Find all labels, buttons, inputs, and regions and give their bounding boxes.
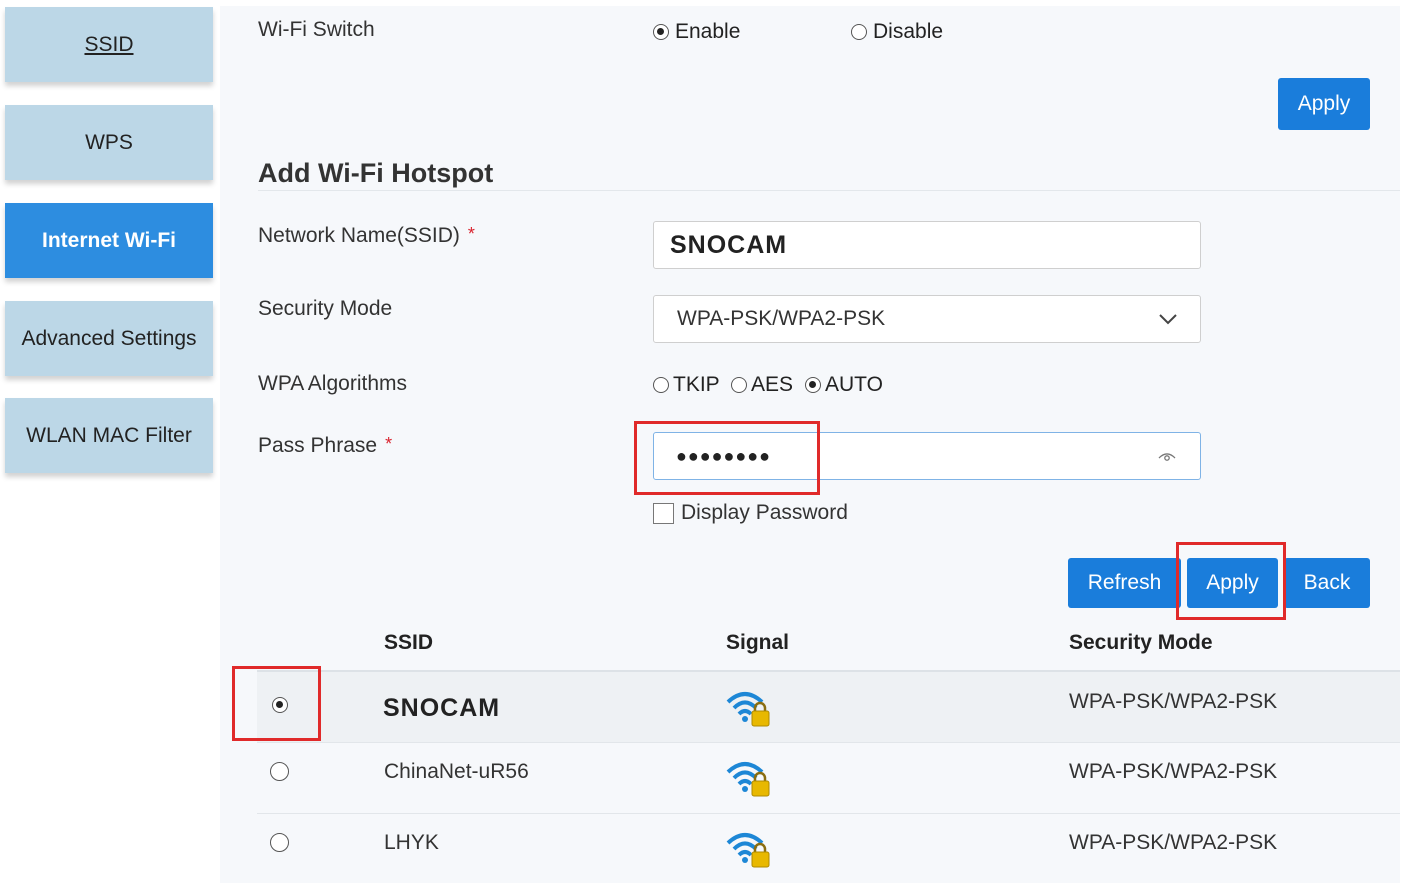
section-title: Add Wi-Fi Hotspot — [258, 158, 494, 188]
wifi-signal-lock-icon — [726, 692, 770, 727]
radio-icon — [731, 377, 747, 393]
radio-icon — [851, 24, 867, 40]
sidebar-item-wps[interactable]: WPS — [5, 105, 213, 180]
wpa-aes-radio[interactable]: AES — [731, 373, 793, 397]
wpa-auto-label: AUTO — [825, 373, 883, 396]
wpa-auto-radio[interactable]: AUTO — [805, 373, 883, 397]
chevron-down-icon — [1159, 314, 1177, 325]
radio-icon — [653, 377, 669, 393]
ssid-input-value: SNOCAM — [670, 230, 788, 259]
display-password-checkbox[interactable]: Display Password — [653, 501, 848, 525]
wifi-signal-lock-icon — [726, 762, 770, 797]
table-row[interactable]: LHYK WPA-PSK/WPA2-PSK — [257, 813, 1400, 884]
column-header-ssid: SSID — [384, 631, 434, 654]
wifi-enable-label: Enable — [675, 20, 741, 43]
wpa-tkip-label: TKIP — [673, 373, 720, 396]
sidebar-item-wlan-mac-filter[interactable]: WLAN MAC Filter — [5, 398, 213, 473]
radio-icon — [805, 377, 821, 393]
row-ssid: LHYK — [384, 831, 439, 854]
pass-phrase-label-text: Pass Phrase — [258, 434, 378, 457]
sidebar-item-label: WPS — [85, 130, 133, 154]
required-mark: * — [385, 434, 393, 454]
wifi-disable-label: Disable — [873, 20, 944, 43]
sidebar: SSID WPS Internet Wi-Fi Advanced Setting… — [0, 0, 220, 883]
table-row[interactable]: SNOCAM WPA-PSK/WPA2-PSK — [257, 670, 1400, 742]
wifi-enable-radio[interactable]: Enable — [653, 20, 740, 44]
ssid-input[interactable]: SNOCAM — [653, 221, 1201, 269]
wifi-signal-lock-icon — [726, 833, 770, 868]
sidebar-item-label: SSID — [84, 32, 134, 56]
row-security-mode: WPA-PSK/WPA2-PSK — [1069, 760, 1278, 783]
checkbox-icon — [653, 502, 674, 524]
security-mode-select[interactable]: WPA-PSK/WPA2-PSK — [653, 295, 1201, 343]
sidebar-item-label: WLAN MAC Filter — [26, 423, 192, 447]
table-row[interactable]: ChinaNet-uR56 WPA-PSK/WPA2-PSK — [257, 742, 1400, 813]
wifi-disable-radio[interactable]: Disable — [851, 20, 943, 44]
row-select-radio[interactable] — [270, 762, 289, 781]
pass-phrase-label: Pass Phrase * — [258, 434, 392, 458]
sidebar-item-advanced-settings[interactable]: Advanced Settings — [5, 301, 213, 376]
column-header-signal: Signal — [726, 631, 790, 654]
divider — [258, 190, 1400, 191]
row-security-mode: WPA-PSK/WPA2-PSK — [1069, 831, 1278, 854]
ssid-label: Network Name(SSID) * — [258, 224, 475, 248]
sidebar-item-internet-wifi[interactable]: Internet Wi-Fi — [5, 203, 213, 278]
highlight-box — [232, 666, 321, 741]
sidebar-item-label: Advanced Settings — [21, 326, 197, 350]
wpa-tkip-radio[interactable]: TKIP — [653, 373, 720, 397]
sidebar-item-ssid[interactable]: SSID — [5, 7, 213, 82]
security-mode-value: WPA-PSK/WPA2-PSK — [677, 307, 886, 330]
wifi-switch-label: Wi-Fi Switch — [258, 18, 375, 41]
required-mark: * — [467, 224, 475, 244]
wifi-switch-apply-button[interactable]: Apply — [1278, 78, 1370, 130]
radio-icon — [653, 24, 669, 40]
column-header-security: Security Mode — [1069, 631, 1213, 654]
display-password-label: Display Password — [681, 501, 848, 524]
back-button[interactable]: Back — [1284, 558, 1370, 608]
row-ssid: ChinaNet-uR56 — [384, 760, 529, 783]
refresh-button[interactable]: Refresh — [1068, 558, 1181, 608]
row-security-mode: WPA-PSK/WPA2-PSK — [1069, 690, 1278, 713]
eye-icon[interactable] — [1158, 450, 1176, 462]
row-ssid: SNOCAM — [383, 694, 501, 722]
wpa-aes-label: AES — [751, 373, 794, 396]
highlight-box — [1176, 542, 1286, 620]
main-panel: Wi-Fi Switch Enable Disable Apply Add Wi… — [220, 6, 1400, 883]
security-mode-label: Security Mode — [258, 297, 393, 320]
highlight-box — [634, 421, 820, 495]
ssid-label-text: Network Name(SSID) — [258, 224, 460, 247]
row-select-radio[interactable] — [270, 833, 289, 852]
wpa-algorithms-label: WPA Algorithms — [258, 372, 407, 395]
sidebar-item-label: Internet Wi-Fi — [42, 228, 176, 252]
